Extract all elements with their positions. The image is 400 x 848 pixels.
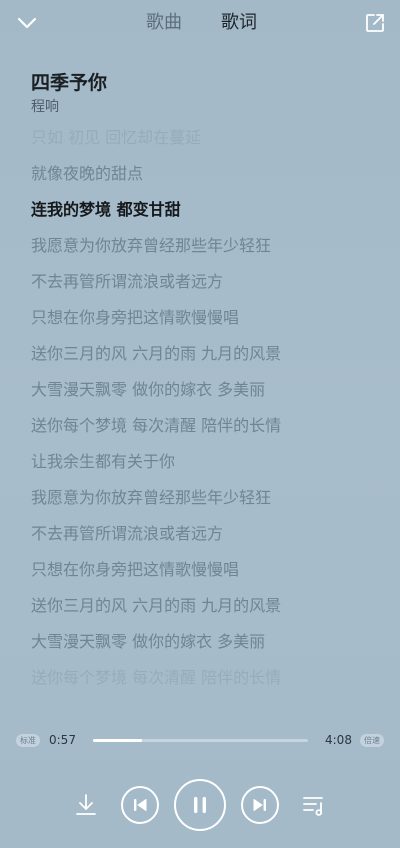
previous-icon [132,797,148,813]
playlist-icon [301,792,327,818]
tab-songs[interactable]: 歌曲 [146,11,182,35]
lyric-line: 送你三月的风 六月的雨 九月的风景 [31,344,282,363]
progress-slider[interactable] [93,739,308,742]
speed-badge[interactable]: 倍速 [360,734,384,747]
lyric-line-active: 连我的梦境 都变甘甜 [31,200,181,219]
song-title: 四季予你 [31,72,108,94]
lyric-line: 送你每个梦境 每次清醒 陪伴的长情 [31,668,282,687]
pause-button[interactable] [174,779,226,831]
share-icon [364,12,386,34]
lyric-line: 只想在你身旁把这情歌慢慢唱 [31,308,240,327]
lyric-line: 大雪漫天飘零 做你的嫁衣 多美丽 [31,632,266,651]
previous-button[interactable] [121,786,159,824]
lyrics-panel[interactable]: 只如 初见 回忆却在蔓延 就像夜晚的甜点 连我的梦境 都变甘甜 我愿意为你放弃曾… [31,122,381,702]
lyric-line: 送你三月的风 六月的雨 九月的风景 [31,596,282,615]
next-button[interactable] [241,786,279,824]
lyric-line: 只想在你身旁把这情歌慢慢唱 [31,560,240,579]
lyric-line: 就像夜晚的甜点 [31,164,144,183]
lyric-line: 不去再管所谓流浪或者远方 [31,524,224,543]
pause-icon [190,795,210,815]
top-bar: 歌曲 歌词 [0,0,400,48]
quality-badge[interactable]: 标准 [16,734,40,747]
lyric-line: 我愿意为你放弃曾经那些年少轻狂 [31,488,272,507]
chevron-down-icon [14,10,40,36]
player-screen: 歌曲 歌词 四季予你 程响 只如 初见 回忆却在蔓延 就像夜晚的甜点 连我的梦境… [0,0,400,848]
next-icon [252,797,268,813]
download-icon [73,792,99,818]
playlist-button[interactable] [301,792,327,818]
collapse-button[interactable] [14,10,40,36]
share-button[interactable] [364,12,386,34]
lyric-line: 只如 初见 回忆却在蔓延 [31,128,202,147]
lyric-line: 送你每个梦境 每次清醒 陪伴的长情 [31,416,282,435]
total-time: 4:08 [325,733,352,747]
progress-row: 标准 0:57 4:08 倍速 [0,729,400,751]
playback-controls [0,776,400,834]
lyric-line: 不去再管所谓流浪或者远方 [31,272,224,291]
song-artist[interactable]: 程响 [31,96,59,116]
lyric-line: 我愿意为你放弃曾经那些年少轻狂 [31,236,272,255]
lyric-line: 大雪漫天飘零 做你的嫁衣 多美丽 [31,380,266,399]
progress-fill [93,739,143,742]
download-button[interactable] [73,792,99,818]
tab-lyrics[interactable]: 歌词 [221,11,257,35]
current-time: 0:57 [49,733,76,747]
lyric-line: 让我余生都有关于你 [31,452,176,471]
